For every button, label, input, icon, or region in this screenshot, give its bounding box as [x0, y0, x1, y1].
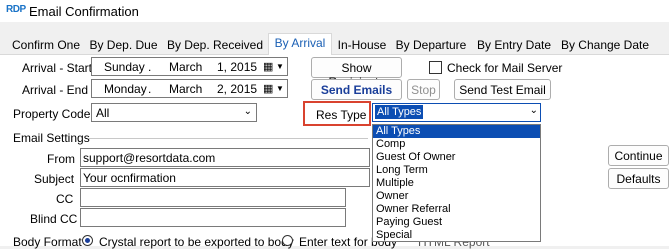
- subject-label: Subject: [34, 172, 75, 186]
- res-type-select[interactable]: All Types ⌄: [372, 103, 541, 122]
- body-format-crystal-label: Crystal report to be exported to body: [99, 235, 294, 249]
- stop-button[interactable]: Stop: [407, 79, 440, 100]
- arrival-start-weekday: Sunday: [104, 60, 145, 74]
- res-type-option[interactable]: All Types: [373, 125, 540, 138]
- res-type-dropdown-list[interactable]: All Types Comp Guest Of Owner Long Term …: [372, 124, 541, 242]
- arrival-start-month: March: [169, 60, 203, 74]
- res-type-option[interactable]: Paying Guest: [373, 216, 540, 229]
- calendar-icon[interactable]: ▦: [263, 82, 273, 95]
- send-emails-button[interactable]: Send Emails: [311, 79, 402, 100]
- arrival-end-datepicker[interactable]: Monday . March 2, 2015 ▦ ▼: [91, 79, 288, 98]
- res-type-option[interactable]: Long Term: [373, 164, 540, 177]
- body-format-crystal-radio[interactable]: [82, 235, 93, 246]
- res-type-value: All Types: [375, 105, 424, 119]
- section-divider: [88, 138, 368, 139]
- blind-cc-label: Blind CC: [30, 212, 78, 226]
- tab-by-departure[interactable]: By Departure: [392, 36, 470, 55]
- body-format-label: Body Format: [13, 235, 82, 249]
- chevron-down-icon[interactable]: ▼: [276, 62, 284, 71]
- chevron-down-icon[interactable]: ⌄: [530, 105, 538, 116]
- res-type-option[interactable]: Owner: [373, 190, 540, 203]
- app-logo-icon: RDP: [6, 4, 26, 15]
- body-format-text-radio[interactable]: [282, 235, 293, 246]
- arrival-end-weekday: Monday: [104, 82, 147, 96]
- subject-value: Your ocnfirmation: [83, 171, 176, 185]
- arrival-end-label: Arrival - End: [22, 83, 89, 97]
- arrival-start-day: 1, 2015: [217, 60, 258, 74]
- chevron-down-icon[interactable]: ⌄: [244, 106, 252, 117]
- show-recipients-button[interactable]: Show Recipients: [311, 57, 402, 89]
- arrival-end-day: 2, 2015: [217, 82, 258, 96]
- continue-button[interactable]: Continue: [608, 145, 669, 166]
- res-type-option[interactable]: Special: [373, 229, 540, 242]
- res-type-option[interactable]: Multiple: [373, 177, 540, 190]
- arrival-start-datepicker[interactable]: Sunday . March 1, 2015 ▦ ▼: [91, 57, 288, 76]
- chevron-down-icon[interactable]: ▼: [276, 84, 284, 93]
- res-type-option[interactable]: Owner Referral: [373, 203, 540, 216]
- tab-confirm-one[interactable]: Confirm One: [6, 36, 86, 55]
- check-mail-server-label: Check for Mail Server: [447, 61, 563, 75]
- cc-label: CC: [56, 192, 74, 206]
- blind-cc-field[interactable]: [80, 208, 346, 227]
- check-mail-server-checkbox[interactable]: [429, 61, 442, 74]
- tab-by-dep-due[interactable]: By Dep. Due: [86, 36, 161, 55]
- arrival-start-label: Arrival - Start: [22, 61, 93, 75]
- from-value: support@resortdata.com: [83, 151, 216, 165]
- window-title: Email Confirmation: [29, 4, 139, 19]
- tab-by-dep-received[interactable]: By Dep. Received: [163, 36, 267, 55]
- arrival-end-month: March: [169, 82, 203, 96]
- defaults-button[interactable]: Defaults: [608, 168, 669, 189]
- tab-by-change-date[interactable]: By Change Date: [557, 36, 653, 55]
- tab-by-arrival[interactable]: By Arrival: [268, 33, 332, 56]
- tab-by-entry-date[interactable]: By Entry Date: [472, 36, 556, 55]
- property-code-value: All: [96, 106, 110, 120]
- calendar-icon[interactable]: ▦: [263, 60, 273, 73]
- property-code-select[interactable]: All ⌄: [91, 103, 257, 122]
- subject-field[interactable]: Your ocnfirmation: [80, 168, 370, 187]
- cc-field[interactable]: [80, 188, 346, 207]
- date-separator: .: [148, 82, 152, 96]
- send-test-email-button[interactable]: Send Test Email: [454, 79, 551, 100]
- property-code-label: Property Code: [13, 107, 91, 121]
- email-settings-label: Email Settings: [13, 131, 90, 145]
- res-type-option[interactable]: Guest Of Owner: [373, 151, 540, 164]
- from-field[interactable]: support@resortdata.com: [80, 148, 370, 167]
- res-type-label: Res Type: [316, 108, 367, 122]
- date-separator: .: [148, 60, 152, 74]
- res-type-option[interactable]: Comp: [373, 138, 540, 151]
- from-label: From: [47, 152, 75, 166]
- tab-in-house[interactable]: In-House: [334, 36, 390, 55]
